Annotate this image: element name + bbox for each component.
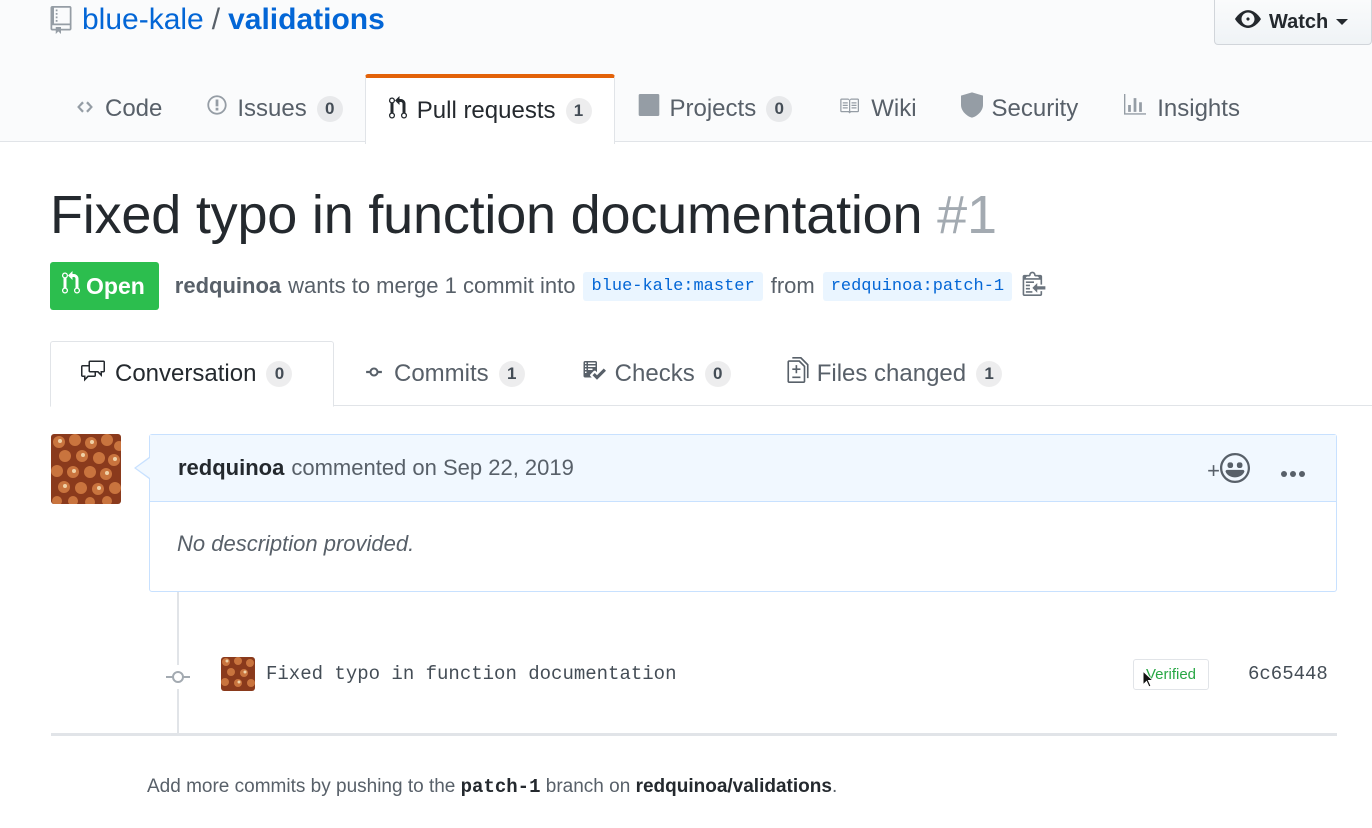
reponav-issues-label: Issues: [237, 94, 307, 122]
status-badge: Open: [50, 262, 159, 310]
watch-button[interactable]: Watch: [1214, 0, 1372, 45]
reponav-security[interactable]: Security: [939, 74, 1101, 143]
repo-path-separator: /: [211, 3, 221, 36]
base-branch-ref[interactable]: blue-kale:master: [583, 271, 763, 301]
reponav-code-label: Code: [105, 94, 163, 122]
comment-header: redquinoa commented on Sep 22, 2019 +: [150, 435, 1336, 502]
caret-down-icon: [1336, 19, 1349, 25]
git-commit-icon: [362, 360, 394, 388]
merge-text: wants to merge 1 commit into: [288, 273, 576, 298]
tab-checks-label: Checks: [614, 359, 695, 387]
reponav-projects[interactable]: Projects 0: [615, 74, 815, 143]
tab-conversation[interactable]: Conversation 0: [50, 341, 334, 407]
add-reaction-button[interactable]: +: [1207, 453, 1250, 489]
repo-name-link[interactable]: validations: [228, 3, 385, 37]
avatar[interactable]: [51, 434, 121, 504]
pr-number: #1: [937, 185, 997, 245]
commit-message-link[interactable]: Fixed typo in function documentation: [266, 663, 676, 685]
comment-discussion-icon: [79, 359, 115, 390]
reponav-wiki[interactable]: Wiki: [814, 74, 938, 143]
reponav-insights[interactable]: Insights: [1100, 74, 1262, 143]
git-pull-request-icon: [62, 271, 86, 301]
comment-body: No description provided.: [177, 531, 415, 556]
push-hint-prefix: Add more commits by pushing to the: [147, 776, 456, 797]
project-icon: [637, 94, 670, 123]
pr-author-link[interactable]: redquinoa: [175, 273, 281, 299]
repo-title: blue-kale / validations: [50, 2, 385, 38]
tab-commits-label: Commits: [394, 359, 489, 387]
pr-title: Fixed typo in function documentation #1: [50, 184, 997, 246]
head-branch-ref[interactable]: redquinoa:patch-1: [822, 271, 1013, 301]
smiley-icon: [1220, 453, 1250, 489]
push-hint-repo: redquinoa/validations: [635, 776, 832, 797]
tab-conversation-label: Conversation: [115, 360, 257, 387]
pr-title-text: Fixed typo in function documentation: [50, 185, 923, 245]
tab-files-changed[interactable]: Files changed 1: [759, 341, 1030, 406]
issue-icon: [206, 94, 237, 123]
push-hint-middle: branch on: [545, 776, 631, 797]
book-icon: [836, 95, 871, 123]
reponav-security-label: Security: [991, 94, 1079, 122]
tab-commits[interactable]: Commits 1: [334, 341, 553, 406]
files-changed-counter: 1: [976, 360, 1003, 387]
file-diff-icon: [787, 357, 817, 390]
pr-meta: Open redquinoa wants to merge 1 commit i…: [50, 262, 1046, 310]
reponav-pull-requests[interactable]: Pull requests 1: [364, 74, 615, 144]
timeline-line: [177, 592, 179, 734]
conversation-counter: 0: [266, 361, 293, 387]
projects-counter: 0: [766, 95, 793, 122]
pull-requests-counter: 1: [565, 98, 592, 124]
more-options-button[interactable]: [1280, 458, 1306, 484]
pr-tabnav: Conversation 0 Commits 1 Checks 0 Files …: [50, 341, 1372, 407]
reponav-code[interactable]: Code: [52, 74, 184, 143]
repo-header: blue-kale / validations Watch Code Issue…: [0, 0, 1372, 144]
reponav-pull-requests-label: Pull requests: [416, 97, 556, 124]
reponav-projects-label: Projects: [669, 94, 757, 122]
code-icon: [74, 95, 105, 123]
graph-icon: [1122, 94, 1157, 123]
timeline-divider: [51, 733, 1337, 736]
tab-files-changed-label: Files changed: [816, 359, 967, 387]
reponav-issues[interactable]: Issues 0: [184, 74, 364, 143]
eye-icon: [1235, 10, 1269, 34]
git-commit-icon: [166, 665, 190, 689]
comment-timestamp[interactable]: commented on Sep 22, 2019: [291, 455, 574, 481]
issues-counter: 0: [316, 95, 343, 122]
push-hint-branch: patch-1: [460, 776, 541, 798]
repo-owner-link[interactable]: blue-kale: [82, 3, 204, 37]
watch-label: Watch: [1269, 10, 1329, 33]
git-pull-request-icon: [388, 95, 417, 127]
comment: redquinoa commented on Sep 22, 2019 + No…: [134, 434, 1337, 592]
commit-sha-link[interactable]: 6c65448: [1248, 663, 1328, 685]
push-hint: Add more commits by pushing to the patch…: [147, 776, 837, 798]
mouse-cursor-icon: [1142, 669, 1155, 693]
checks-counter: 0: [704, 360, 731, 387]
reponav-insights-label: Insights: [1157, 94, 1240, 122]
tab-checks[interactable]: Checks 0: [553, 341, 759, 406]
clippy-icon[interactable]: [1022, 270, 1046, 302]
commit-author-avatar[interactable]: [221, 657, 255, 691]
repo-nav: Code Issues 0 Pull requests 1 Projects 0…: [52, 74, 1262, 144]
from-text: from: [770, 273, 815, 298]
kebab-horizontal-icon: [1280, 458, 1306, 484]
status-label: Open: [86, 272, 145, 299]
plus-text: +: [1207, 458, 1220, 483]
push-hint-suffix: .: [831, 776, 838, 797]
comment-actions: +: [1207, 453, 1306, 489]
comment-author-link[interactable]: redquinoa: [178, 455, 284, 481]
checklist-icon: [581, 358, 615, 389]
repo-icon: [50, 6, 72, 34]
reponav-wiki-label: Wiki: [871, 94, 917, 122]
shield-icon: [960, 92, 992, 125]
commits-counter: 1: [498, 360, 525, 387]
